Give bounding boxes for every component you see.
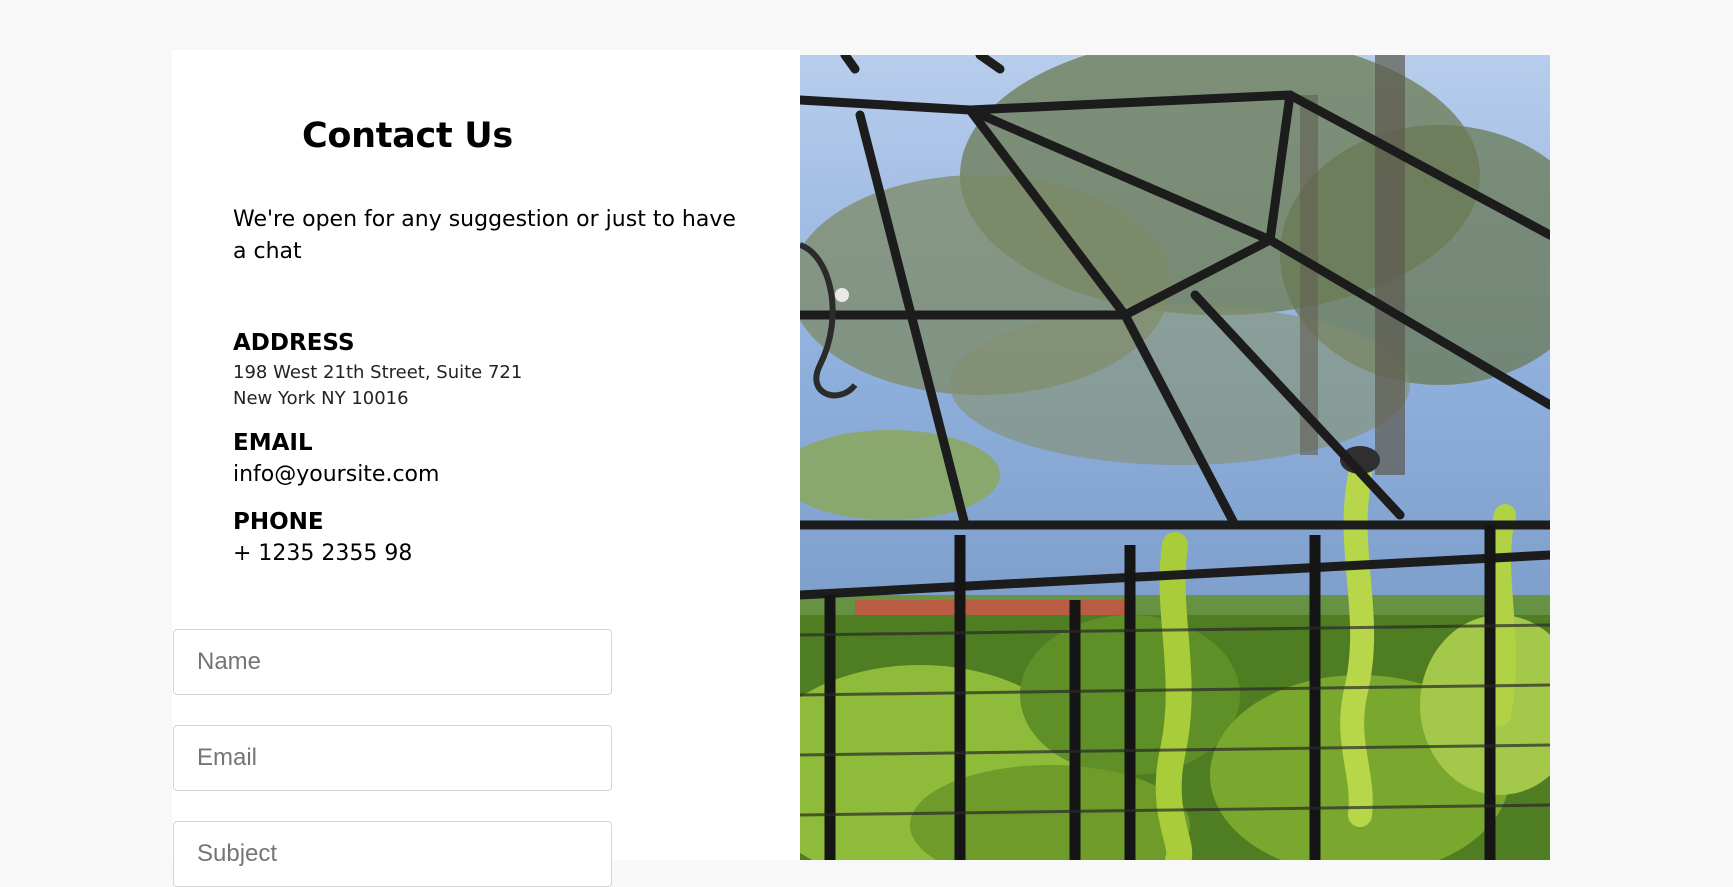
page-title: Contact Us — [302, 116, 513, 156]
greenhouse-photo — [800, 55, 1550, 860]
email-input[interactable] — [173, 725, 612, 791]
email-label: EMAIL — [233, 430, 313, 456]
email-value[interactable]: info@yoursite.com — [233, 459, 439, 491]
contact-intro: We're open for any suggestion or just to… — [233, 207, 736, 264]
address-label: ADDRESS — [233, 330, 355, 356]
phone-value[interactable]: + 1235 2355 98 — [233, 538, 412, 570]
phone-label: PHONE — [233, 509, 324, 535]
name-input[interactable] — [173, 629, 612, 695]
greenhouse-illustration — [800, 55, 1550, 860]
address-line-1: 198 West 21th Street, Suite 721 — [233, 362, 523, 383]
address-line-2: New York NY 10016 — [233, 388, 409, 409]
subject-input[interactable] — [173, 821, 612, 887]
